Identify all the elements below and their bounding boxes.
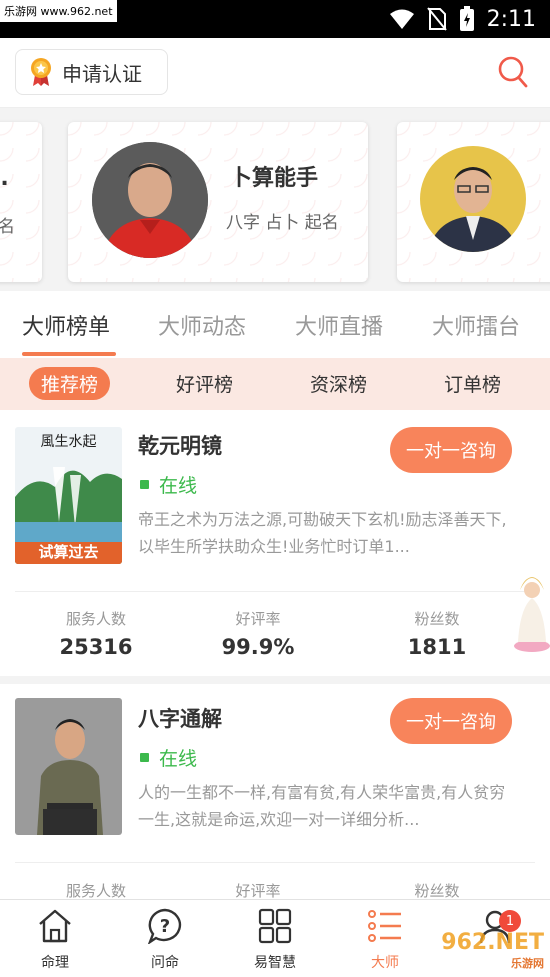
stat-rating: 好评率 [188,880,328,899]
featured-masters-carousel[interactable]: .. 名 卜算能手 八字 占卜 起名 [0,108,550,291]
master-thumbnail: 風生水起 试算过去 [15,427,122,564]
stat-served: 服务人数 25316 [26,608,166,659]
question-bubble-icon: ? [147,908,182,946]
stat-value: 25316 [59,635,133,659]
avatar [420,146,526,252]
tab-master-live[interactable]: 大师直播 [295,309,383,341]
list-item[interactable]: 風生水起 试算过去 乾元明镜 在线 帝王之术为万法之源,可勘破天下玄机!励志泽善… [0,410,550,676]
tab-master-arena[interactable]: 大师擂台 [432,309,520,341]
top-bar: 申请认证 [0,38,550,108]
online-status: 在线 [140,471,197,498]
consult-button[interactable]: 一对一咨询 [390,698,512,744]
stat-label: 服务人数 [65,882,126,899]
stat-label: 粉丝数 [414,610,460,628]
nav-fortune[interactable]: 命理 [15,908,95,972]
tab-master-ranking[interactable]: 大师榜单 [22,309,110,341]
nav-ask[interactable]: ? 问命 [125,908,205,972]
consult-button[interactable]: 一对一咨询 [390,427,512,473]
stat-fans: 粉丝数 1811 [367,608,507,659]
watermark-big: 962.NET [441,930,544,955]
master-card-tags: 名 [0,217,15,237]
main-tabs: 大师榜单 大师动态 大师直播 大师擂台 [0,291,550,357]
stat-label: 服务人数 [65,610,126,628]
battery-icon [459,6,474,31]
stat-fans: 粉丝数 [367,880,507,899]
active-tab-indicator [22,352,116,356]
subtab-orders[interactable]: 订单榜 [444,370,501,397]
grid-icon [258,908,292,944]
stat-served: 服务人数 [26,880,166,899]
thumbnail-caption: 试算过去 [38,543,99,561]
online-dot-icon [140,753,149,762]
master-card-name: .. [0,166,9,191]
site-watermark: 962.NET 乐游网 [441,930,544,971]
medal-icon [31,58,51,86]
status-bar: 乐游网 www.962.net 2:11 [0,0,550,38]
watermark-small: 乐游网 [511,957,544,970]
list-item[interactable]: 八字通解 在线 人的一生都不一样,有富有贫,有人荣华富贵,有人贫穷一生,这就是命… [0,684,550,899]
wifi-icon [389,9,414,29]
thumbnail-title: 風生水起 [40,434,97,450]
online-label: 在线 [159,748,198,770]
svg-text:?: ? [160,916,170,937]
master-name: 八字通解 [138,707,222,731]
ranking-subtabs: 推荐榜 好评榜 资深榜 订单榜 [0,358,550,410]
nav-label: 命理 [41,955,69,971]
online-label: 在线 [159,475,198,497]
stat-label: 好评率 [235,882,281,899]
subtab-good-reviews[interactable]: 好评榜 [176,370,233,397]
list-icon [368,910,401,942]
floating-guanyin-widget[interactable] [510,568,550,652]
nav-label: 问命 [151,955,179,971]
no-sim-icon [426,7,447,31]
master-thumbnail [15,698,122,835]
subtab-senior[interactable]: 资深榜 [310,370,367,397]
online-dot-icon [140,480,149,489]
divider [15,591,535,592]
apply-certification-button[interactable]: 申请认证 [15,49,168,95]
divider [15,862,535,863]
master-description: 人的一生都不一样,有富有贫,有人荣华富贵,有人贫穷一生,这就是命运,欢迎一对一详… [138,783,506,829]
nav-label: 大师 [371,955,399,971]
nav-master[interactable]: 大师 [345,908,425,972]
nav-label: 易智慧 [254,955,296,971]
master-name: 乾元明镜 [138,434,222,458]
stat-label: 好评率 [235,610,281,628]
nav-wisdom[interactable]: 易智慧 [235,908,315,972]
stat-value: 99.9% [221,635,295,659]
cert-label: 申请认证 [62,61,142,86]
master-description: 帝王之术为万法之源,可勘破天下玄机!励志泽善天下,以毕生所学扶助众生!业务忙时订… [138,510,507,556]
watermark-label: 乐游网 www.962.net [0,0,117,22]
stat-value: 1811 [407,635,467,659]
tab-master-news[interactable]: 大师动态 [158,309,246,341]
subtab-recommended[interactable]: 推荐榜 [29,367,111,400]
master-card-name: 卜算能手 [230,166,319,191]
stat-label: 粉丝数 [414,882,460,899]
notification-badge: 1 [499,910,521,932]
stat-rating: 好评率 99.9% [188,608,328,659]
master-card-tags: 八字 占卜 起名 [226,213,339,233]
master-card-featured[interactable]: 卜算能手 八字 占卜 起名 [68,122,368,282]
section-gap [0,676,550,684]
master-card-partial-left[interactable]: .. 名 [0,122,42,282]
clock: 2:11 [486,6,536,32]
house-icon [39,909,71,943]
avatar [92,142,208,258]
master-card-partial-right[interactable] [397,122,550,282]
online-status: 在线 [140,744,197,771]
search-icon[interactable] [498,56,528,88]
